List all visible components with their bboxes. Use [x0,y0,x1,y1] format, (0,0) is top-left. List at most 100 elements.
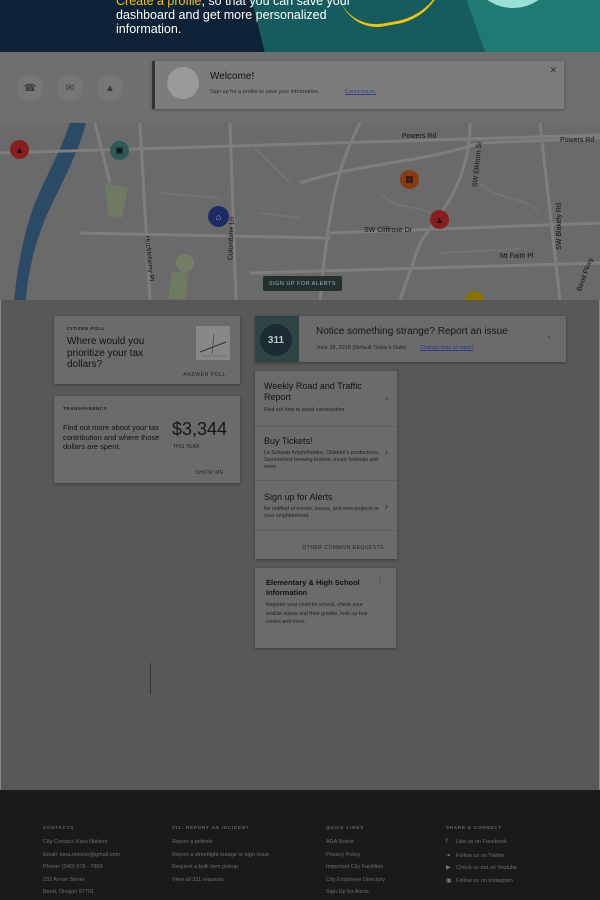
footer-heading: QUICK LINKS [326,825,365,830]
report-date: June 25, 2018 (Default Today's Date) [316,345,407,351]
answer-poll-button[interactable]: ANSWER POLL [183,372,226,378]
other-common-requests-button[interactable]: OTHER COMMON REQUESTS [302,545,384,551]
chevron-right-icon: › [385,447,388,457]
map-canvas [0,123,600,300]
home-icon: ⌂ [215,211,222,222]
twitter-icon: ❧ [446,852,452,859]
footer: CONTACTS City Contact: Kara Nielson Emai… [0,790,600,900]
transparency-eyebrow: TRANSPARENCY [63,406,108,411]
tax-period: THIS YEAR [173,444,200,450]
school-info-card[interactable]: Elementary & High School Information Reg… [255,568,396,648]
map-pin-warning[interactable]: ▲ [10,140,29,159]
mail-icon: ✉ [65,82,75,94]
close-icon[interactable]: ✕ [549,65,557,76]
hero-line: information. [116,22,182,36]
map-pin-business[interactable]: ▣ [110,141,129,160]
social-label: Like us on Facebook [456,839,507,845]
footer-link[interactable]: ADA Notice [326,839,385,852]
footer-link[interactable]: Privacy Policy [326,852,385,865]
parkland [168,271,188,299]
street-label: Powers Rd [560,137,595,144]
hero-banner: Create a profile, so that you can save y… [0,0,600,52]
footer-link[interactable]: Report a streetlight outage or sign issu… [172,852,269,865]
create-profile-link[interactable]: Create a profile [116,0,201,8]
road-image-icon [199,333,227,357]
parkland [176,254,194,272]
311-label: 311 [260,324,292,356]
request-desc: Be notified of events, issues, and new p… [264,506,379,519]
welcome-title: Welcome! [210,71,255,82]
hero-text: Create a profile, so that you can save y… [116,0,356,36]
welcome-subtitle: Sign up for a profile to save your infor… [210,89,320,95]
warning-icon: ▲ [435,214,444,225]
contact-email[interactable]: Email: kara.nielson@gmail.com [43,852,120,865]
tax-amount: $3,344 [172,419,228,439]
school-title: Elementary & High School Information [266,578,360,597]
warning-icon: ▲ [105,82,115,94]
hero-line: , so that you can save your [201,0,351,8]
street-label: Columbine Ln [227,216,236,261]
show-me-button[interactable]: SHOW ME [195,470,224,476]
welcome-card: Welcome! Sign up for a profile to save y… [152,61,564,109]
more-options-icon[interactable]: ⋮ [376,576,384,585]
dashboard-content: CITIZEN POLL Where would you prioritize … [0,300,600,790]
street-label: Mt Faith Pl [500,253,534,260]
phone-button[interactable]: ☎ [17,75,43,101]
contact-city: Bend, Oregon 97701 [43,889,95,895]
request-item[interactable]: Weekly Road and Traffic Report Find out … [255,371,397,427]
change-date-link[interactable]: Change date of report [420,345,474,351]
footer-heading: CONTACTS [43,825,75,830]
contact-phone[interactable]: Phone: (540) 678 - 7899 [43,864,120,877]
street-label: SW Blakely Rd [555,203,563,250]
report-title: Notice something strange? Report an issu… [316,326,508,337]
footer-heading: 311: REPORT AN INCIDENT [172,825,250,830]
request-title: Buy Tickets! [264,436,313,446]
briefcase-icon: ▣ [115,145,124,155]
footer-link[interactable]: Sign Up for Alerts [326,889,385,900]
common-requests-card: Weekly Road and Traffic Report Find out … [255,371,397,559]
footer-link[interactable]: Important City Facilities [326,864,385,877]
chevron-down-icon[interactable]: ⌄ [546,332,552,340]
social-link[interactable]: ❧ Follow us on Twitter [446,852,517,865]
chevron-right-icon: › [385,393,388,403]
social-label: Follow us on Twitter [456,852,505,859]
chevron-right-icon: › [385,501,388,511]
transparency-card: TRANSPARENCY Find out more about your ta… [54,396,240,483]
count-me-in-link[interactable]: Count me in. [345,89,376,95]
map-pin-warning[interactable]: ▲ [430,210,449,229]
mail-button[interactable]: ✉ [57,75,83,101]
facebook-icon: f [446,839,448,845]
footer-link[interactable]: City Employee Directory [326,877,385,890]
poll-eyebrow: CITIZEN POLL [67,326,105,331]
footer-link[interactable]: Request a bulk item pickup [172,864,269,877]
poll-question: Where would you prioritize your tax doll… [67,336,145,370]
footer-report: 311: REPORT AN INCIDENT Report a pothole… [172,825,269,889]
contact-address: 232 Arnon Street [43,876,85,883]
map-pin-home[interactable]: ⌂ [208,206,229,227]
parkland [105,183,128,218]
youtube-icon: ▶ [446,865,451,871]
poll-image [196,326,230,360]
request-item[interactable]: Sign up for Alerts Be notified of events… [255,481,397,531]
footer-quick-links: QUICK LINKS ADA Notice Privacy Policy Im… [326,825,385,900]
footer-link[interactable]: Report a pothole [172,839,269,852]
warning-icon: ▲ [15,144,24,155]
contact-name: City Contact: Kara Nielson [43,839,108,845]
sign-up-for-alerts-button[interactable]: SIGN UP FOR ALERTS [263,276,342,291]
roads [0,123,600,300]
footer-link[interactable]: View all 311 requests [172,877,269,890]
alert-button[interactable]: ▲ [97,75,123,101]
request-item[interactable]: Buy Tickets! Le Schwab Amphitheatre, Chi… [255,427,397,481]
request-desc: Find out how to avoid construction. [264,407,346,413]
311-badge: 311 [255,316,299,362]
social-link[interactable]: ▣ Follow us on Instagram [446,877,517,890]
map-pin-building[interactable]: ▦ [400,170,419,189]
social-link[interactable]: ▶ Check us out on Youtube [446,864,517,877]
request-desc: Le Schwab Amphitheatre, Children's produ… [264,450,380,470]
map[interactable]: Powers Rd Powers Rd SW Elkhorn St SW Cli… [0,123,600,300]
request-title: Sign up for Alerts [264,492,333,502]
welcome-row: ☎ ✉ ▲ Welcome! Sign up for a profile to … [0,52,600,123]
footer-heading: SHARE & CONNECT [446,825,502,830]
social-link[interactable]: f Like us on Facebook [446,839,517,852]
report-issue-card[interactable]: 311 Notice something strange? Report an … [255,316,566,362]
